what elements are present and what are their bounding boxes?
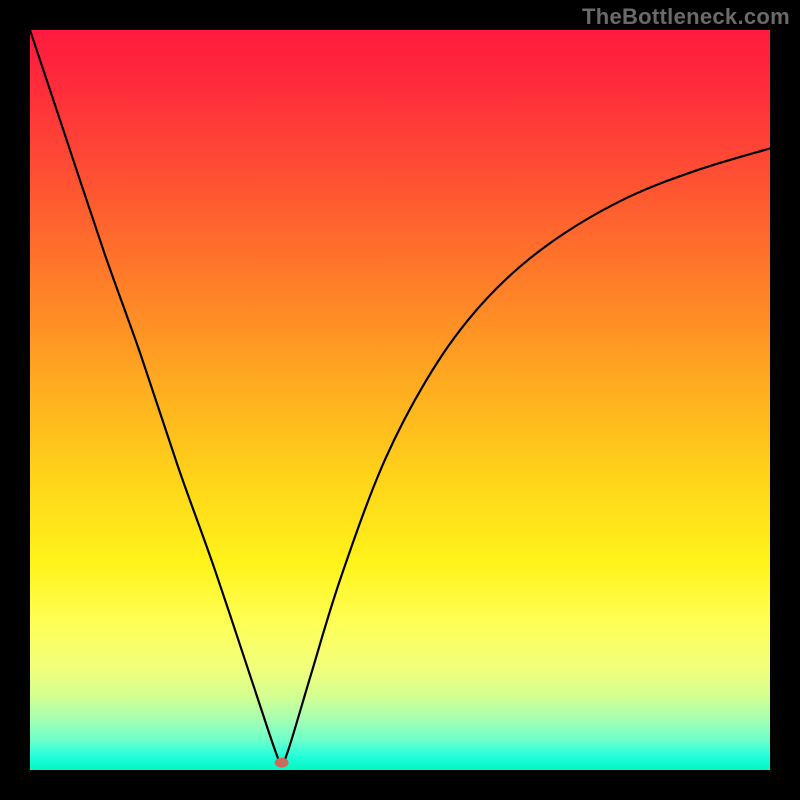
optimum-marker bbox=[275, 758, 289, 768]
bottleneck-curve bbox=[30, 30, 770, 763]
chart-frame: TheBottleneck.com bbox=[0, 0, 800, 800]
watermark-text: TheBottleneck.com bbox=[582, 4, 790, 30]
plot-area bbox=[30, 30, 770, 770]
curve-layer bbox=[30, 30, 770, 770]
